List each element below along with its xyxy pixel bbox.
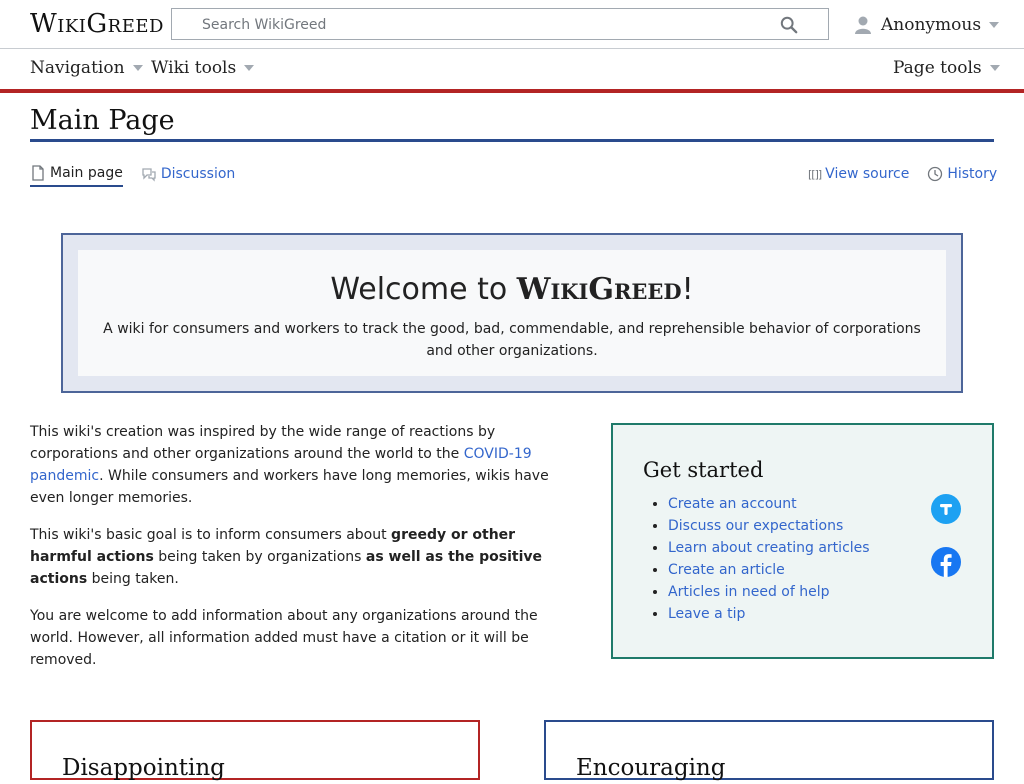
user-name: Anonymous (881, 15, 982, 35)
welcome-banner: Welcome to WikiGreed! A wiki for consume… (61, 233, 963, 393)
user-icon (855, 16, 871, 34)
list-item: Learn about creating articles (668, 537, 870, 559)
page-icon (32, 165, 44, 181)
wiki-tools-menu-label: Wiki tools (151, 58, 237, 78)
page-title: Main Page (30, 105, 175, 136)
chevron-down-icon (244, 65, 255, 71)
chevron-down-icon (989, 65, 1000, 71)
page-tabs-left: Main page Discussion (30, 160, 253, 188)
welcome-suffix: ! (681, 272, 694, 307)
page-tools-menu[interactable]: Page tools (893, 58, 1000, 78)
page-tools-menu-label: Page tools (893, 58, 982, 78)
discussion-icon (142, 168, 156, 182)
intro-paragraph-3: You are welcome to add information about… (30, 608, 538, 668)
tab-history[interactable]: History (927, 161, 997, 187)
intro-p2-a: This wiki's basic goal is to inform cons… (30, 527, 392, 543)
learn-creating-articles-link[interactable]: Learn about creating articles (668, 540, 870, 556)
list-item: Create an article (668, 559, 870, 581)
tab-discussion[interactable]: Discussion (141, 161, 235, 187)
tab-main-page[interactable]: Main page (30, 161, 123, 187)
intro-p1-tail: . While consumers and workers have long … (30, 468, 549, 506)
page-tabs-right: [[]] View source History (808, 160, 997, 188)
twitter-icon[interactable] (931, 494, 961, 524)
articles-need-help-link[interactable]: Articles in need of help (668, 584, 830, 600)
search-input[interactable] (200, 13, 764, 37)
tab-view-source[interactable]: [[]] View source (808, 161, 909, 187)
nav-bar: Navigation Wiki tools Page tools (0, 49, 1024, 89)
intro-p2-e: being taken. (87, 571, 179, 587)
welcome-brand: WikiGreed (516, 272, 682, 307)
navigation-menu[interactable]: Navigation (30, 58, 143, 78)
wiki-tools-menu[interactable]: Wiki tools (151, 58, 255, 78)
welcome-description: A wiki for consumers and workers to trac… (103, 321, 921, 359)
leave-tip-link[interactable]: Leave a tip (668, 606, 745, 622)
facebook-icon[interactable] (931, 547, 961, 577)
welcome-prefix: Welcome to (330, 272, 517, 307)
navigation-menu-label: Navigation (30, 58, 125, 78)
list-item: Articles in need of help (668, 581, 870, 603)
site-header: WikiGreed Anonymous (0, 0, 1024, 48)
intro-text: This wiki's creation was inspired by the… (30, 421, 580, 686)
site-logo[interactable]: WikiGreed (30, 8, 164, 40)
chevron-down-icon (989, 22, 1000, 28)
clock-icon (928, 166, 943, 182)
user-menu[interactable]: Anonymous (853, 13, 1000, 37)
encouraging-box: Encouraging (544, 720, 994, 781)
intro-paragraph-2: This wiki's basic goal is to inform cons… (30, 524, 580, 590)
tab-discussion-label: Discussion (160, 166, 236, 182)
disappointing-box: Disappointing (30, 720, 480, 781)
get-started-title: Get started (643, 458, 764, 482)
get-started-list: Create an account Discuss our expectatio… (643, 493, 870, 625)
title-divider (30, 139, 994, 142)
encouraging-title: Encouraging (576, 755, 726, 781)
list-item: Discuss our expectations (668, 515, 870, 537)
welcome-heading: Welcome to WikiGreed! (78, 270, 946, 310)
tab-history-label: History (947, 166, 998, 182)
list-item: Leave a tip (668, 603, 870, 625)
search-icon[interactable] (780, 16, 798, 34)
chevron-down-icon (132, 65, 143, 71)
tab-view-source-label: View source (825, 166, 910, 182)
wikitext-icon: [[]] (808, 167, 822, 181)
get-started-box: Get started Create an account Discuss ou… (611, 423, 994, 659)
welcome-banner-inner: Welcome to WikiGreed! A wiki for consume… (78, 250, 946, 376)
disappointing-title: Disappointing (62, 755, 225, 781)
tab-main-page-label: Main page (50, 165, 123, 181)
intro-p2-c: being taken by organizations (153, 549, 366, 565)
search-box[interactable] (171, 8, 829, 40)
list-item: Create an account (668, 493, 870, 515)
intro-paragraph-1: This wiki's creation was inspired by the… (30, 421, 580, 509)
discuss-expectations-link[interactable]: Discuss our expectations (668, 518, 843, 534)
intro-p1-text: This wiki's creation was inspired by the… (30, 424, 496, 462)
create-account-link[interactable]: Create an account (668, 496, 797, 512)
nav-divider (0, 89, 1024, 93)
create-article-link[interactable]: Create an article (668, 562, 785, 578)
